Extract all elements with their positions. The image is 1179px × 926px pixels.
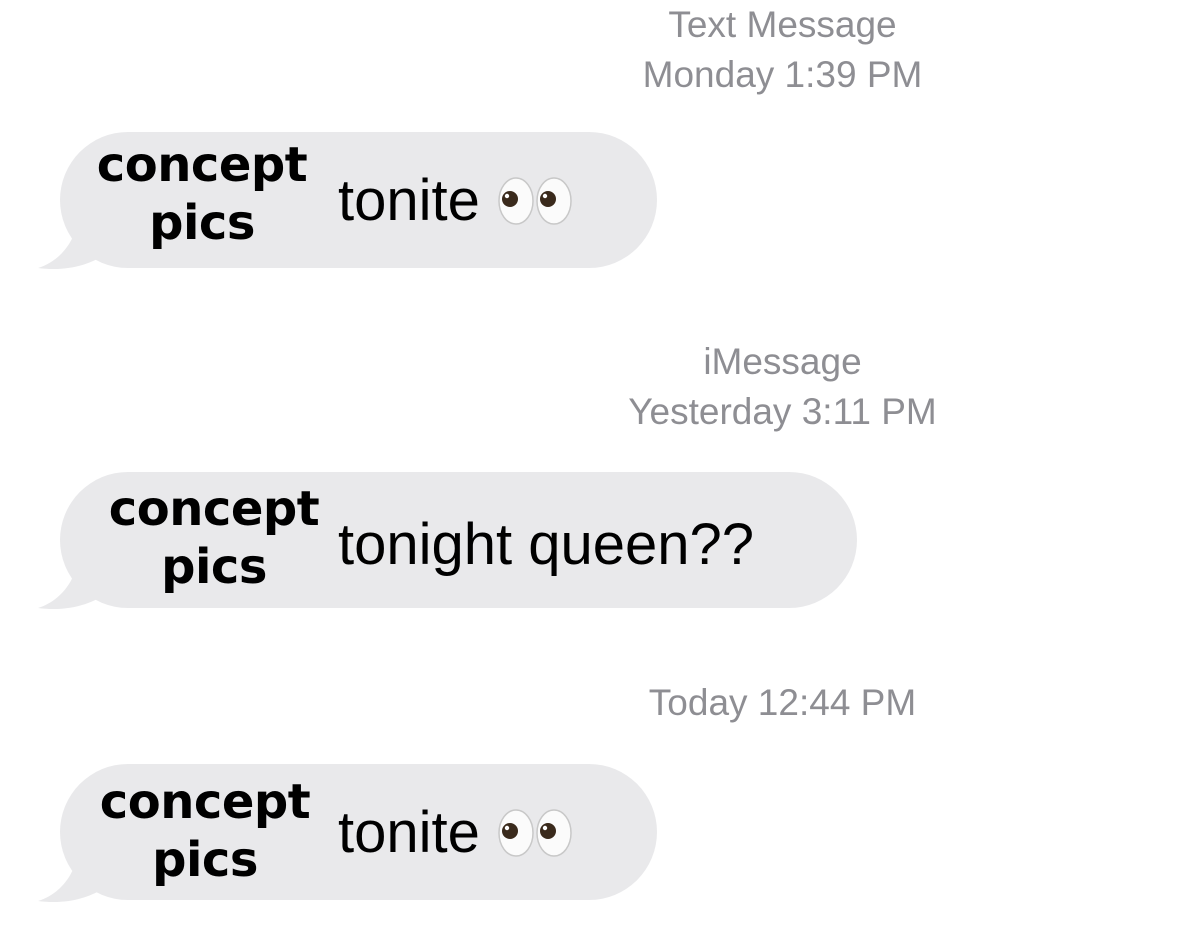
message-text: tonight queen??: [338, 510, 754, 580]
timestamp-header: iMessage Yesterday 3:11 PM: [0, 337, 1179, 437]
message-text-content: tonight queen??: [338, 512, 755, 577]
overlay-line: pics: [161, 539, 267, 595]
overlay-line: pics: [149, 195, 255, 251]
service-label: iMessage: [703, 341, 862, 382]
message-text-content: tonite: [338, 800, 480, 865]
overlay-caption: concept pics: [72, 136, 332, 252]
message-text: tonite: [338, 166, 574, 236]
message-text-content: tonite: [338, 168, 480, 233]
timestamp-label: Monday 1:39 PM: [642, 54, 923, 95]
overlay-line: pics: [152, 832, 258, 888]
service-label: Text Message: [668, 4, 897, 45]
timestamp-header: Text Message Monday 1:39 PM: [0, 0, 1179, 100]
message-text: tonite: [338, 798, 574, 868]
overlay-line: concept: [108, 481, 320, 537]
timestamp-label: Yesterday 3:11 PM: [628, 391, 937, 432]
timestamp-label: Today 12:44 PM: [648, 682, 917, 723]
overlay-caption: concept pics: [84, 480, 344, 596]
overlay-line: concept: [96, 137, 308, 193]
overlay-caption: concept pics: [75, 773, 335, 889]
timestamp-header: Today 12:44 PM: [0, 678, 1179, 728]
eyes-emoji-icon: [498, 176, 572, 225]
eyes-emoji-icon: [498, 808, 572, 857]
overlay-line: concept: [99, 774, 311, 830]
